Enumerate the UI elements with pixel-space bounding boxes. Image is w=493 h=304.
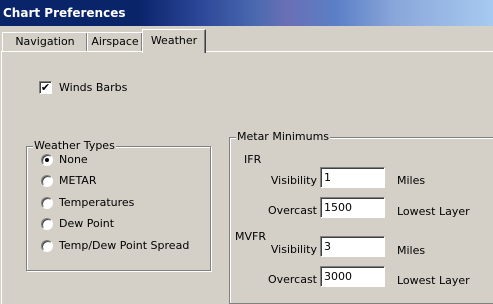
mvfr-visibility-input[interactable]: 3 <box>320 236 385 257</box>
tab-airspace[interactable]: Airspace <box>87 32 143 52</box>
radio-label: Dew Point <box>59 217 115 230</box>
radio-label: Temp/Dew Point Spread <box>59 239 190 252</box>
metar-minimums-group: Metar Minimums IFR Visibility 1 Miles Ov… <box>229 130 493 304</box>
mvfr-visibility-unit: Miles <box>397 244 426 257</box>
weather-types-group: Weather Types None METAR Temperatures De… <box>26 139 211 271</box>
radio-button[interactable] <box>41 175 53 187</box>
ifr-overcast-label: Overcast <box>267 204 317 217</box>
radio-button[interactable] <box>41 197 53 209</box>
mvfr-overcast-input[interactable]: 3000 <box>320 266 385 287</box>
radio-label: None <box>59 153 88 166</box>
ifr-visibility-input[interactable]: 1 <box>320 167 385 188</box>
window-title: Chart Preferences <box>3 6 126 20</box>
ifr-overcast-unit: Lowest Layer <box>397 205 470 218</box>
tab-weather[interactable]: Weather <box>142 29 206 53</box>
mvfr-overcast-label: Overcast <box>267 273 317 286</box>
radio-button[interactable] <box>41 240 53 252</box>
weather-types-title: Weather Types <box>33 139 116 153</box>
ifr-label: IFR <box>244 153 262 166</box>
ifr-visibility-label: Visibility <box>270 174 317 187</box>
ifr-overcast-input[interactable]: 1500 <box>320 197 385 218</box>
radio-label: Temperatures <box>59 196 135 209</box>
mvfr-overcast-unit: Lowest Layer <box>397 274 470 287</box>
radio-button[interactable] <box>41 154 53 166</box>
wind-barbs-checkbox[interactable]: ✔ <box>39 81 52 94</box>
window-titlebar: Chart Preferences <box>0 0 493 26</box>
mvfr-visibility-label: Visibility <box>270 243 317 256</box>
mvfr-label: MVFR <box>235 230 266 243</box>
radio-button[interactable] <box>41 218 53 230</box>
ifr-visibility-unit: Miles <box>397 174 426 187</box>
wind-barbs-label: Winds Barbs <box>59 81 128 94</box>
tab-bar: Navigation Airspace Weather <box>0 26 493 53</box>
metar-minimums-title: Metar Minimums <box>236 130 331 144</box>
radio-label: METAR <box>59 174 97 187</box>
tab-navigation[interactable]: Navigation <box>2 32 88 52</box>
